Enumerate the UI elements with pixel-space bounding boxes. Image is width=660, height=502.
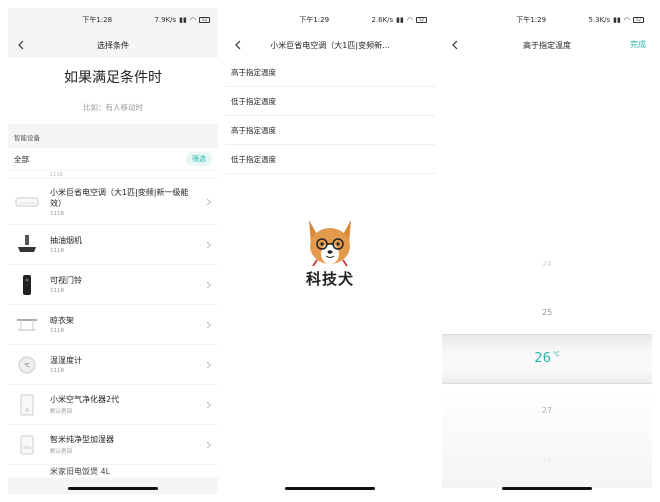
picker-value[interactable]: 25: [442, 308, 652, 317]
hero-title: 如果满足条件时: [64, 70, 162, 86]
signal-icon: ▮▮: [613, 16, 621, 24]
device-condition-screen: 下午1:29 2.6K/s ▮▮ ◠ 52 小米巨省电空调（大1匹|变频新...…: [225, 8, 435, 494]
device-name: 可视门铃: [50, 276, 82, 285]
chevron-right-icon: [206, 361, 212, 368]
picker-selected-value[interactable]: 26 ℃: [442, 351, 652, 366]
range-hood-icon: [14, 232, 40, 258]
list-item[interactable]: 晾衣架 1118: [8, 305, 218, 345]
status-time: 下午1:29: [299, 16, 330, 24]
hero-subtitle: 比如：有人移动时: [83, 103, 143, 112]
home-indicator[interactable]: [285, 487, 375, 490]
device-name: 温湿度计: [50, 356, 82, 365]
battery-icon: 52: [416, 17, 427, 23]
wifi-icon: ◠: [623, 16, 630, 24]
device-name: 米家旧电饭煲 4L: [50, 467, 111, 476]
home-indicator[interactable]: [68, 487, 158, 490]
doorbell-icon: [14, 272, 40, 298]
air-purifier-icon: [14, 392, 40, 418]
humidifier-icon: [14, 432, 40, 458]
svg-text:℃: ℃: [24, 363, 30, 369]
filter-button[interactable]: 筛选: [186, 152, 212, 166]
status-time: 下午1:28: [82, 16, 113, 24]
device-room: 1118: [50, 248, 64, 254]
back-arrow-icon: [18, 40, 24, 50]
wifi-icon: ◠: [406, 16, 413, 24]
list-item[interactable]: 抽油烟机 1118: [8, 225, 218, 265]
clothes-rack-icon: [14, 312, 40, 338]
status-time: 下午1:29: [516, 16, 547, 24]
chevron-right-icon: [206, 281, 212, 288]
filter-all-label[interactable]: 全部: [14, 154, 186, 165]
chevron-right-icon: [206, 321, 212, 328]
option-above-temperature[interactable]: 高于指定温度: [225, 116, 435, 145]
device-name: 小米空气净化器2代: [50, 395, 120, 404]
chevron-right-icon: [206, 198, 212, 205]
page-title: 小米巨省电空调（大1匹|变频新...: [270, 40, 390, 50]
device-room: 默认房间: [50, 449, 73, 455]
nav-bar: 高于指定温度 完成: [442, 32, 652, 58]
nav-bar: 选择条件: [8, 32, 218, 58]
option-below-temperature[interactable]: 低于指定温度: [225, 145, 435, 174]
list-item[interactable]: 可视门铃 1118: [8, 265, 218, 305]
device-room: 1118: [50, 210, 64, 217]
status-bar: 下午1:28 7.9K/s ▮▮ ◠ 52: [8, 8, 218, 32]
device-name: 晾衣架: [50, 316, 74, 325]
condition-select-screen: 下午1:28 7.9K/s ▮▮ ◠ 52 选择条件 如果满足条件时 比如：有人…: [8, 8, 218, 494]
section-label: 智能设备: [14, 134, 40, 142]
page-title: 高于指定温度: [523, 40, 571, 50]
nav-bar: 小米巨省电空调（大1匹|变频新...: [225, 32, 435, 58]
chevron-right-icon: [206, 401, 212, 408]
signal-icon: ▮▮: [396, 16, 404, 24]
home-indicator[interactable]: [502, 487, 592, 490]
network-speed: 5.3K/s: [588, 16, 611, 24]
back-button[interactable]: [14, 36, 28, 54]
option-above-temperature[interactable]: 高于指定温度: [225, 58, 435, 87]
back-button[interactable]: [231, 36, 245, 54]
selected-temperature: 26: [534, 351, 551, 366]
temperature-picker-screen: 下午1:29 5.3K/s ▮▮ ◠ 52 高于指定温度 完成 24 25 26…: [442, 8, 652, 494]
battery-icon: 52: [199, 17, 210, 23]
device-room: 1118: [50, 288, 64, 294]
device-room: 1118: [50, 328, 64, 334]
list-item[interactable]: 小米空气净化器2代 默认房间: [8, 385, 218, 425]
device-list: 1118 小米巨省电空调（大1匹|变频|新一级能效） 1118 抽油烟机 111…: [8, 171, 218, 479]
back-arrow-icon: [452, 40, 458, 50]
hero-card: 如果满足条件时 比如：有人移动时: [8, 58, 218, 124]
device-name: 智米纯净型加湿器: [50, 435, 114, 444]
status-bar: 下午1:29 5.3K/s ▮▮ ◠ 52: [442, 8, 652, 32]
partial-list-item: 1118: [8, 171, 218, 179]
signal-icon: ▮▮: [179, 16, 187, 24]
chevron-right-icon: [206, 441, 212, 448]
network-speed: 2.6K/s: [371, 16, 394, 24]
air-conditioner-icon: [14, 189, 40, 215]
watermark-text: 科技犬: [305, 270, 354, 288]
list-item[interactable]: 智米纯净型加湿器 默认房间: [8, 425, 218, 465]
chevron-right-icon: [206, 241, 212, 248]
filter-bar: 全部 筛选: [8, 148, 218, 170]
device-name: 小米巨省电空调（大1匹|变频|新一级能效）: [50, 187, 189, 208]
picker-fade: [442, 388, 652, 488]
watermark-logo: 科技犬: [295, 214, 365, 290]
temperature-picker[interactable]: 24 25 26℃ 27 28: [442, 248, 652, 488]
list-item[interactable]: 米家旧电饭煲 4L: [8, 465, 218, 479]
list-item[interactable]: 小米巨省电空调（大1匹|变频|新一级能效） 1118: [8, 179, 218, 225]
device-room: 1118: [50, 368, 64, 374]
thermometer-icon: ℃: [14, 352, 40, 378]
condition-options: 高于指定温度 低于指定温度 高于指定温度 低于指定温度: [225, 58, 435, 174]
picker-value[interactable]: 24: [442, 260, 652, 268]
battery-icon: 52: [633, 17, 644, 23]
done-button[interactable]: 完成: [630, 39, 646, 50]
device-room: 默认房间: [50, 409, 73, 415]
back-button[interactable]: [448, 36, 462, 54]
option-below-temperature[interactable]: 低于指定温度: [225, 87, 435, 116]
temperature-unit: ℃: [552, 351, 560, 358]
device-name: 抽油烟机: [50, 236, 82, 245]
page-title: 选择条件: [97, 40, 129, 50]
back-arrow-icon: [235, 40, 241, 50]
wifi-icon: ◠: [189, 16, 196, 24]
status-bar: 下午1:29 2.6K/s ▮▮ ◠ 52: [225, 8, 435, 32]
list-item[interactable]: ℃ 温湿度计 1118: [8, 345, 218, 385]
network-speed: 7.9K/s: [154, 16, 177, 24]
